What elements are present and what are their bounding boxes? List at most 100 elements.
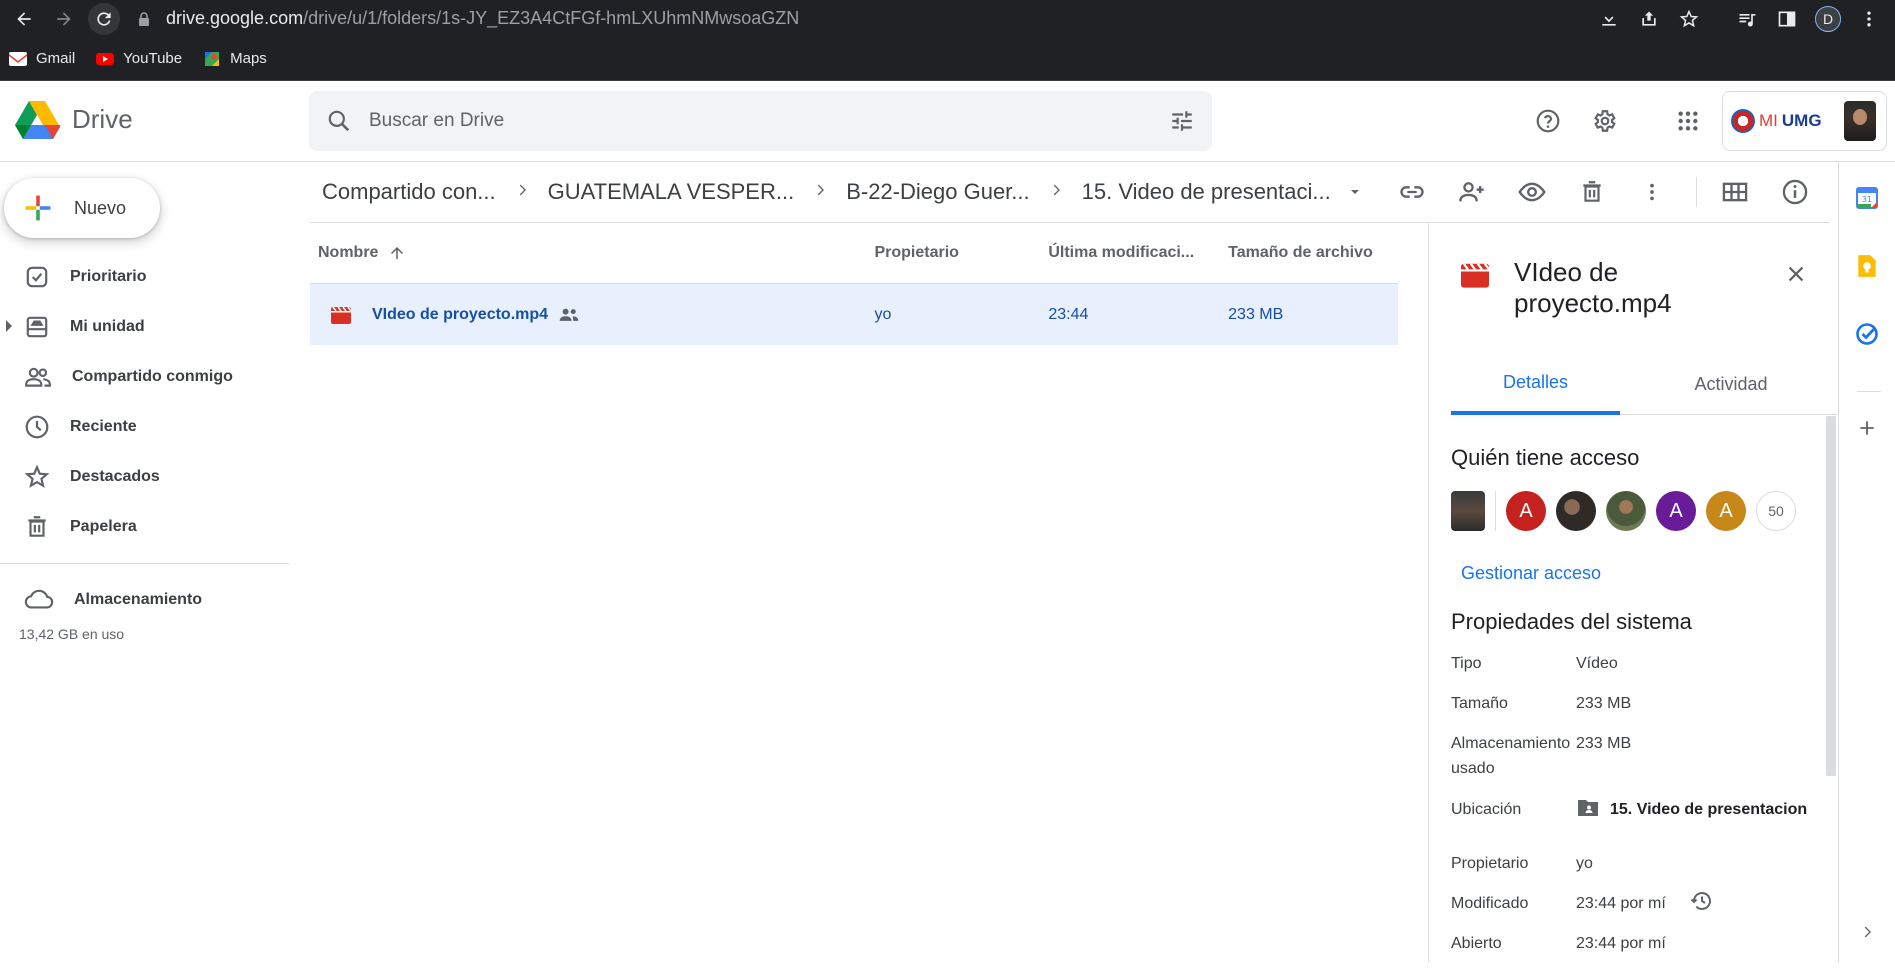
account-avatar[interactable] [1843, 101, 1876, 141]
priority-check-icon [26, 266, 48, 288]
grid-view-icon[interactable] [1713, 170, 1757, 214]
side-panel-icon[interactable] [1775, 7, 1799, 31]
youtube-icon [96, 52, 115, 65]
nav-item-reciente[interactable]: Reciente [0, 402, 289, 452]
breadcrumb-item[interactable]: B-22-Diego Guer... [834, 179, 1041, 205]
location-link[interactable]: 15. Video de presentacion [1576, 797, 1807, 851]
forward-arrow-icon[interactable] [48, 3, 80, 35]
new-button[interactable]: Nuevo [4, 178, 160, 238]
info-icon[interactable] [1773, 170, 1817, 214]
column-header-owner[interactable]: Propietario [874, 244, 1048, 262]
add-person-icon[interactable] [1450, 170, 1494, 214]
nav-item-compartido-conmigo[interactable]: Compartido conmigo [0, 352, 289, 402]
url-text: drive.google.com/drive/u/1/folders/1s-JY… [166, 8, 800, 28]
account-switcher[interactable]: MI UMG [1722, 91, 1887, 151]
chevron-right-icon [806, 181, 834, 204]
umg-seal-icon [1731, 109, 1755, 133]
access-avatars[interactable]: A A A 50 [1451, 491, 1806, 531]
breadcrumb: Compartido con... GUATEMALA VESPER... B-… [310, 179, 1363, 205]
star-icon [24, 464, 50, 488]
avatar-divider [1495, 491, 1496, 531]
bookmark-gmail[interactable]: Gmail [8, 50, 75, 67]
breadcrumb-item[interactable]: GUATEMALA VESPER... [536, 179, 807, 205]
prop-modified: Modificado 23:44 por mí [1451, 891, 1821, 931]
breadcrumb-item[interactable]: Compartido con... [310, 179, 508, 205]
nav-item-destacados[interactable]: Destacados [0, 452, 289, 502]
access-count-badge: 50 [1756, 491, 1796, 531]
storage-section: Almacenamiento 13,42 GB en uso [0, 580, 289, 642]
trash-icon [28, 516, 46, 537]
search-input[interactable] [369, 91, 1152, 151]
avatar [1556, 491, 1596, 531]
back-arrow-icon[interactable] [8, 3, 40, 35]
address-bar[interactable]: drive.google.com/drive/u/1/folders/1s-JY… [128, 3, 1568, 34]
preview-eye-icon[interactable] [1510, 170, 1554, 214]
toolbar-divider [1696, 177, 1697, 207]
close-icon[interactable] [1781, 259, 1811, 289]
more-vert-icon[interactable] [1857, 7, 1881, 31]
tab-activity[interactable]: Actividad [1636, 353, 1826, 415]
access-title: Quién tiene acceso [1451, 445, 1640, 470]
column-header-modified[interactable]: Última modificaci... [1048, 244, 1228, 262]
install-app-icon[interactable] [1597, 7, 1621, 31]
reload-icon[interactable] [88, 2, 120, 35]
nav-item-mi-unidad[interactable]: Mi unidad [0, 302, 289, 352]
more-actions-icon[interactable] [1630, 170, 1674, 214]
chevron-right-icon[interactable] [1853, 918, 1881, 946]
share-icon[interactable] [1637, 7, 1661, 31]
size-cell: 233 MB [1228, 305, 1284, 323]
drive-logo[interactable]: Drive [14, 99, 133, 139]
bookmark-maps[interactable]: Maps [202, 50, 267, 67]
calendar-icon[interactable]: 31 [1853, 184, 1881, 212]
cloud-icon [24, 589, 54, 609]
my-drive-icon [26, 316, 48, 338]
storage-link[interactable]: Almacenamiento [0, 580, 289, 620]
settings-gear-icon[interactable] [1582, 99, 1626, 143]
chevron-right-icon [1042, 181, 1070, 204]
help-icon[interactable] [1526, 99, 1570, 143]
nav-divider [0, 563, 289, 564]
modified-cell: 23:44 [1048, 305, 1089, 323]
column-header-size[interactable]: Tamaño de archivo [1228, 244, 1398, 262]
details-scrollbar[interactable] [1826, 416, 1836, 776]
system-properties-title: Propiedades del sistema [1451, 609, 1692, 634]
side-divider [1857, 391, 1881, 392]
media-control-icon[interactable] [1735, 7, 1759, 31]
apps-grid-icon[interactable] [1666, 99, 1710, 143]
shared-icon [559, 308, 579, 321]
delete-trash-icon[interactable] [1570, 170, 1614, 214]
search-options-icon[interactable] [1152, 108, 1212, 134]
search-bar[interactable] [309, 91, 1212, 151]
keep-icon[interactable] [1853, 252, 1881, 280]
expand-caret-icon[interactable] [6, 320, 12, 332]
link-icon[interactable] [1390, 170, 1434, 214]
bookmark-youtube[interactable]: YouTube [95, 50, 182, 67]
system-properties: Tipo Vídeo Tamaño 233 MB Almacenamiento … [1451, 651, 1821, 971]
manage-access-link[interactable]: Gestionar acceso [1461, 563, 1601, 584]
nav-item-prioritario[interactable]: Prioritario [0, 252, 289, 302]
avatar: A [1656, 491, 1696, 531]
folder-dropdown-icon[interactable] [1347, 184, 1363, 200]
bookmark-star-icon[interactable] [1677, 7, 1701, 31]
version-history-icon[interactable] [1690, 889, 1714, 913]
nav-item-papelera[interactable]: Papelera [0, 502, 289, 552]
chevron-right-icon [508, 181, 536, 204]
column-header-name[interactable]: Nombre [310, 244, 874, 262]
profile-avatar[interactable]: D [1815, 5, 1841, 32]
video-file-icon [1461, 263, 1490, 288]
avatar [1606, 491, 1646, 531]
video-file-icon [331, 306, 352, 324]
tab-details[interactable]: Detalles [1451, 353, 1620, 415]
app-name: Drive [72, 103, 133, 134]
breadcrumb-current[interactable]: 15. Video de presentaci... [1070, 179, 1343, 205]
nav-list: Prioritario Mi unidad Compartido conmigo… [0, 252, 289, 552]
tasks-icon[interactable] [1853, 320, 1881, 348]
search-icon[interactable] [309, 108, 369, 134]
umg-logo: MI UMG [1731, 109, 1822, 133]
maps-icon [205, 51, 220, 66]
add-addon-icon[interactable] [1853, 414, 1881, 442]
file-name-cell: VIdeo de proyecto.mp4 [310, 305, 874, 325]
table-row[interactable]: VIdeo de proyecto.mp4 yo 23:44 233 MB [310, 284, 1398, 345]
sort-arrow-up-icon[interactable] [388, 244, 406, 262]
drive-header: Drive MI UMG [0, 81, 1895, 162]
